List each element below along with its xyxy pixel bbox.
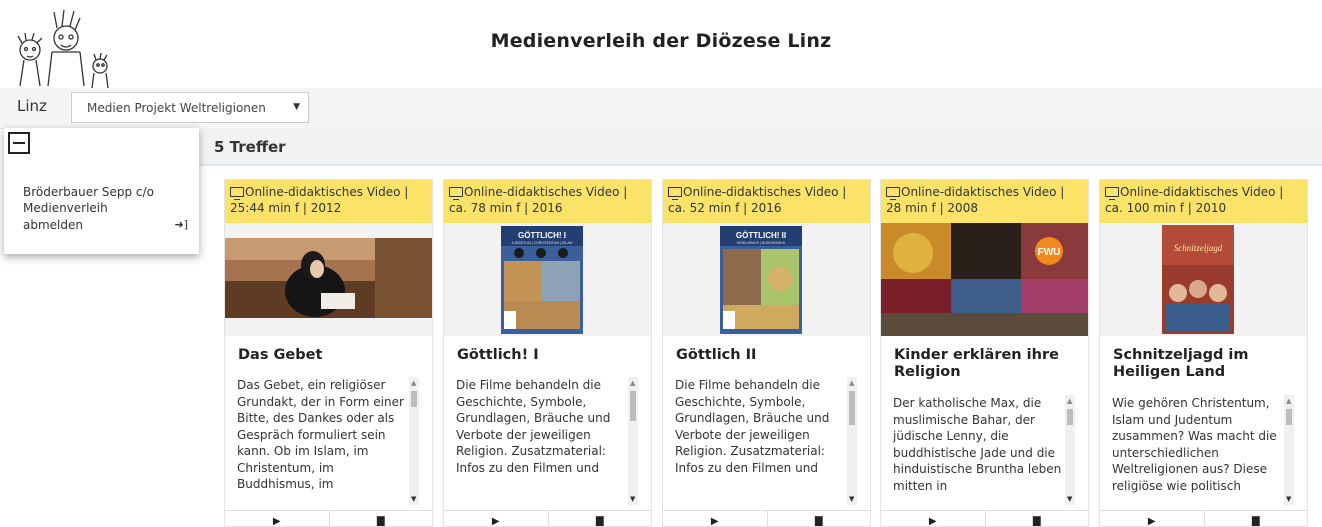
card-description: Das Gebet, ein religiöser Grundakt, der …	[237, 377, 419, 505]
scrollbar[interactable]: ▲ ▼	[847, 377, 857, 505]
scrollbar[interactable]: ▲ ▼	[628, 377, 638, 505]
location-label: Linz	[17, 97, 47, 115]
scrollbar[interactable]: ▲ ▼	[1284, 395, 1294, 505]
document-icon[interactable]: ▇	[328, 511, 433, 526]
cover-title: GÖTTLICH! II	[736, 231, 786, 240]
caret-down-icon: ▼	[293, 102, 300, 112]
logout-link[interactable]: abmelden ➜]	[23, 218, 188, 232]
cover-subtitle: HINDUISMUS | BUDDHISMUS	[737, 241, 786, 245]
fwu-badge: FWU	[1038, 247, 1061, 258]
cover-title: Schnitzeljagd	[1174, 243, 1223, 253]
monitor-icon	[230, 187, 244, 200]
card-thumbnail[interactable]	[225, 223, 432, 336]
card-meta: Online-didaktisches Video | ca. 78 min f…	[444, 180, 651, 223]
document-icon[interactable]: ▇	[547, 511, 652, 526]
card-actions: ▶ ▇	[881, 510, 1089, 526]
card-title[interactable]: Kinder erklären ihre Religion	[894, 347, 1079, 381]
card-meta: Online-didaktisches Video | 28 min f | 2…	[881, 180, 1088, 223]
card-actions: ▶ ▇	[225, 510, 433, 526]
cover-title: GÖTTLICH! I	[518, 231, 566, 240]
media-card[interactable]: Online-didaktisches Video | 25:44 min f …	[224, 179, 433, 527]
sign-in-icon: ➜]	[174, 218, 188, 231]
play-icon[interactable]: ▶	[663, 516, 767, 526]
card-thumbnail[interactable]: FWU	[881, 223, 1088, 336]
card-actions: ▶ ▇	[663, 510, 871, 526]
card-description-text: Die Filme behandeln die Geschichte, Symb…	[675, 378, 830, 475]
scrollbar[interactable]: ▲ ▼	[1065, 395, 1075, 505]
results-count: 5 Treffer	[214, 138, 286, 156]
media-card[interactable]: Online-didaktisches Video | 28 min f | 2…	[880, 179, 1089, 527]
card-title[interactable]: Göttlich! I	[457, 347, 642, 364]
card-meta-text: Online-didaktisches Video | ca. 52 min f…	[668, 185, 847, 215]
card-meta: Online-didaktisches Video | ca. 52 min f…	[663, 180, 870, 223]
card-description: Der katholische Max, die muslimische Bah…	[893, 395, 1075, 505]
monitor-icon	[668, 187, 682, 200]
monitor-icon	[449, 187, 463, 200]
monitor-icon	[886, 187, 900, 200]
document-icon[interactable]: ▇	[984, 511, 1089, 526]
document-icon[interactable]: ▇	[766, 511, 871, 526]
logout-label: abmelden	[23, 218, 83, 232]
media-card[interactable]: Online-didaktisches Video | ca. 100 min …	[1099, 179, 1308, 527]
card-meta: Online-didaktisches Video | 25:44 min f …	[225, 180, 432, 223]
card-description: Die Filme behandeln die Geschichte, Symb…	[456, 377, 638, 505]
card-description-text: Wie gehören Christentum, Islam und Juden…	[1112, 396, 1277, 493]
card-meta-text: Online-didaktisches Video | 25:44 min f …	[230, 185, 409, 215]
cover-subtitle: JUDENTUM | CHRISTENTUM | ISLAM	[512, 241, 573, 245]
play-icon[interactable]: ▶	[881, 516, 985, 526]
minus-square-icon[interactable]	[8, 132, 30, 154]
card-meta-text: Online-didaktisches Video | ca. 100 min …	[1105, 185, 1284, 215]
card-description-text: Das Gebet, ein religiöser Grundakt, der …	[237, 378, 404, 491]
monitor-icon	[1105, 187, 1119, 200]
card-description-text: Die Filme behandeln die Geschichte, Symb…	[456, 378, 611, 475]
top-bar: Linz Medien Projekt Weltreligionen ▼	[0, 88, 1322, 129]
select-value: Medien Projekt Weltreligionen	[87, 101, 266, 115]
card-actions: ▶ ▇	[444, 510, 652, 526]
card-thumbnail[interactable]: Schnitzeljagd	[1100, 223, 1307, 336]
play-icon[interactable]: ▶	[1100, 516, 1204, 526]
card-meta-text: Online-didaktisches Video | 28 min f | 2…	[886, 185, 1065, 215]
play-icon[interactable]: ▶	[225, 516, 329, 526]
user-panel: Bröderbauer Sepp c/o Medienverleih abmel…	[4, 128, 199, 254]
card-thumbnail[interactable]: GÖTTLICH! I JUDENTUM | CHRISTENTUM | ISL…	[444, 223, 651, 336]
card-actions: ▶ ▇	[1100, 510, 1308, 526]
document-icon[interactable]: ▇	[1203, 511, 1308, 526]
scrollbar[interactable]: ▲ ▼	[409, 377, 419, 505]
card-title[interactable]: Göttlich II	[676, 347, 861, 364]
results-bar: 5 Treffer	[199, 128, 1322, 166]
media-project-select[interactable]: Medien Projekt Weltreligionen ▼	[71, 92, 309, 123]
header: Medienverleih der Diözese Linz	[0, 0, 1322, 92]
card-description: Die Filme behandeln die Geschichte, Symb…	[675, 377, 857, 505]
card-title[interactable]: Das Gebet	[238, 347, 423, 364]
site-title: Medienverleih der Diözese Linz	[490, 30, 832, 52]
card-meta: Online-didaktisches Video | ca. 100 min …	[1100, 180, 1307, 223]
user-name: Bröderbauer Sepp c/o Medienverleih	[23, 185, 154, 215]
card-thumbnail[interactable]: GÖTTLICH! II HINDUISMUS | BUDDHISMUS	[663, 223, 870, 336]
card-description: Wie gehören Christentum, Islam und Juden…	[1112, 395, 1294, 505]
media-card[interactable]: Online-didaktisches Video | ca. 52 min f…	[662, 179, 871, 527]
media-card[interactable]: Online-didaktisches Video | ca. 78 min f…	[443, 179, 652, 527]
card-meta-text: Online-didaktisches Video | ca. 78 min f…	[449, 185, 628, 215]
play-icon[interactable]: ▶	[444, 516, 548, 526]
card-description-text: Der katholische Max, die muslimische Bah…	[893, 396, 1062, 493]
card-title[interactable]: Schnitzeljagd im Heiligen Land	[1113, 347, 1298, 381]
